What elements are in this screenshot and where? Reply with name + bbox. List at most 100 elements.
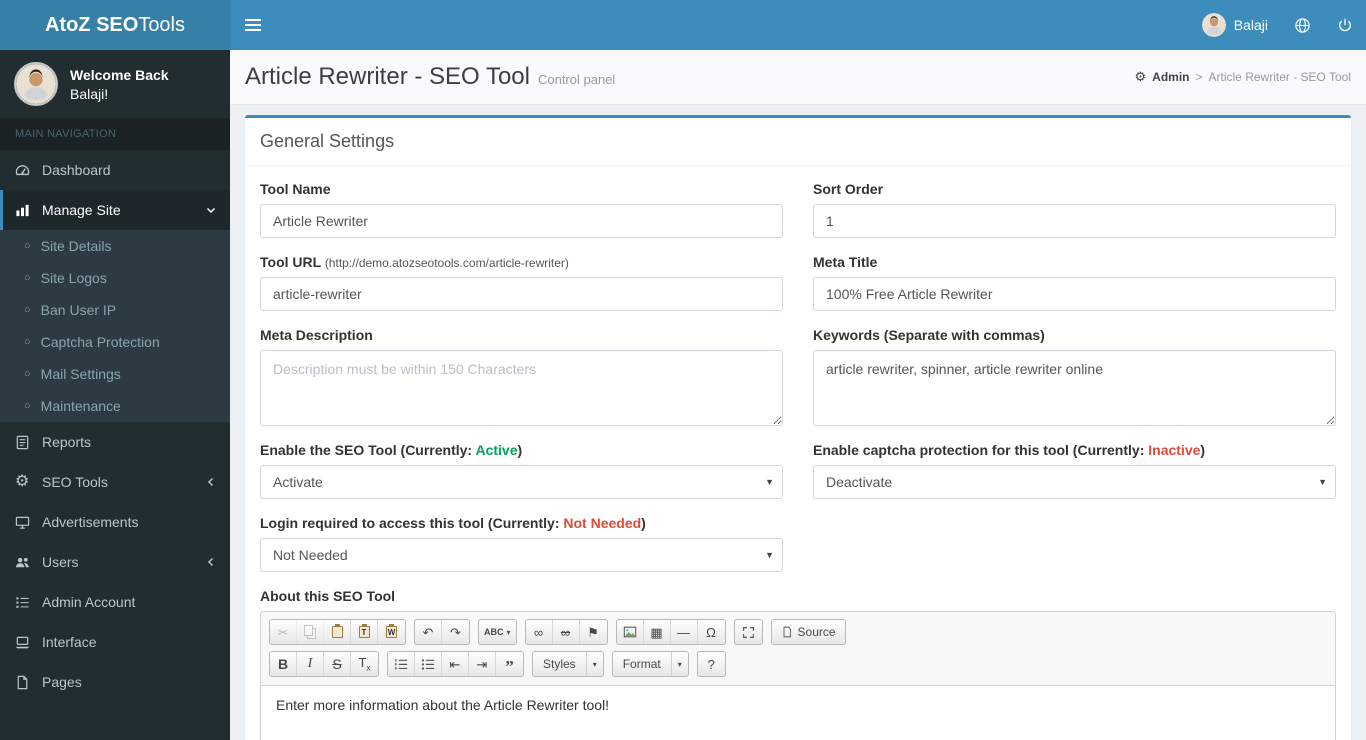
page-title: Article Rewriter - SEO Tool	[245, 63, 530, 90]
sidebar-item: Admin Account	[0, 582, 230, 622]
content-wrapper: Article Rewriter - SEO Tool Control panel…	[230, 0, 1366, 740]
logout-button[interactable]	[1324, 0, 1366, 50]
cut-button[interactable]: ✂	[270, 620, 297, 644]
table-button[interactable]: ▦	[644, 620, 671, 644]
sidebar-subitem-site-logos[interactable]: ○ Site Logos	[0, 262, 230, 294]
label-suffix: )	[1200, 442, 1206, 458]
sidebar-subitem-captcha-protection[interactable]: ○ Captcha Protection	[0, 326, 230, 358]
unlink-icon: ∞	[560, 624, 571, 640]
redo-button[interactable]: ↷	[442, 620, 469, 644]
enable-tool-select[interactable]: Activate	[260, 465, 783, 499]
sidebar-item-interface[interactable]: Interface	[0, 622, 230, 662]
captcha-select[interactable]: Deactivate	[813, 465, 1336, 499]
source-button-label: Source	[797, 625, 836, 639]
anchor-button[interactable]: ⚑	[580, 620, 607, 644]
strikethrough-button[interactable]: S	[324, 652, 351, 676]
link-button[interactable]: ∞	[526, 620, 553, 644]
paste-button[interactable]	[324, 620, 351, 644]
breadcrumb-separator: >	[1195, 70, 1203, 84]
horizontal-rule-icon: ―	[677, 624, 691, 640]
meta-title-input[interactable]	[813, 277, 1336, 311]
sidebar-item-advertisements[interactable]: Advertisements	[0, 502, 230, 542]
editor-help-button[interactable]: ?	[698, 652, 725, 676]
file-icon	[15, 675, 42, 690]
sort-order-input[interactable]	[813, 204, 1336, 238]
increase-indent-button[interactable]: ⇥	[469, 652, 496, 676]
sort-order-group: Sort Order	[813, 181, 1336, 238]
format-dropdown[interactable]: Format ▾	[611, 651, 689, 677]
indent-icon: ⇥	[476, 656, 488, 672]
bulleted-list-button[interactable]	[415, 652, 442, 676]
sidebar-item-admin-account[interactable]: Admin Account	[0, 582, 230, 622]
sidebar-item-pages[interactable]: Pages	[0, 662, 230, 702]
undo-group: ↶ ↷	[414, 619, 470, 645]
sort-order-label: Sort Order	[813, 181, 884, 197]
remove-format-button[interactable]: Tx	[351, 652, 378, 676]
italic-button[interactable]: I	[297, 652, 324, 676]
tool-name-input[interactable]	[260, 204, 783, 238]
spellcheck-button[interactable]: ABC ▾	[479, 620, 516, 644]
subitem-label: Maintenance	[40, 398, 121, 414]
circle-icon: ○	[24, 303, 31, 316]
sidebar-item-users[interactable]: Users	[0, 542, 230, 582]
sidebar-subitem-maintenance[interactable]: ○ Maintenance	[0, 390, 230, 422]
source-page-icon	[781, 626, 793, 638]
editor-content[interactable]: Enter more information about the Article…	[261, 686, 1335, 740]
blockquote-button[interactable]: ”	[496, 652, 523, 676]
sidebar-menu: Dashboard Manage Site ○ Site Details ○ S…	[0, 150, 230, 702]
brand-bold: AtoZ SEO	[44, 13, 139, 36]
sidebar-item-seo-tools[interactable]: ⚙ SEO Tools	[0, 462, 230, 502]
numbered-list-button[interactable]	[388, 652, 415, 676]
sidebar-subitem-ban-user-ip[interactable]: ○ Ban User IP	[0, 294, 230, 326]
maximize-group	[733, 619, 763, 645]
undo-button[interactable]: ↶	[415, 620, 442, 644]
language-button[interactable]	[1281, 0, 1324, 50]
editor-content-text: Enter more information about the Article…	[276, 697, 610, 713]
sidebar-item-reports[interactable]: Reports	[0, 422, 230, 462]
tool-url-input[interactable]	[260, 277, 783, 311]
bold-button[interactable]: B	[270, 652, 297, 676]
captcha-group: Enable captcha protection for this tool …	[813, 442, 1336, 499]
user-menu[interactable]: Balaji	[1189, 0, 1281, 50]
paste-as-text-button[interactable]	[351, 620, 378, 644]
sidebar-item-label: Pages	[42, 674, 82, 690]
bar-chart-icon	[15, 203, 42, 218]
about-group: About this SEO Tool ✂ T W ↶ ↷ ABC ▾ ∞ ∞ …	[260, 588, 1336, 740]
format-dropdown-label: Format	[622, 657, 661, 671]
subitem-label: Ban User IP	[40, 302, 117, 318]
styles-dropdown[interactable]: Styles ▾	[532, 651, 604, 677]
bold-icon: B	[277, 656, 289, 672]
about-label: About this SEO Tool	[260, 588, 396, 604]
keywords-textarea[interactable]: article rewriter, spinner, article rewri…	[813, 350, 1336, 426]
label-suffix: )	[517, 442, 523, 458]
circle-icon: ○	[24, 271, 31, 284]
app-root: AtoZ SEO Tools Balaji Welcome Back Balaj…	[0, 0, 1366, 740]
unlink-button[interactable]: ∞	[553, 620, 580, 644]
sidebar-item-manage-site[interactable]: Manage Site	[0, 190, 230, 230]
sidebar-item: Users	[0, 542, 230, 582]
sidebar-subitem-mail-settings[interactable]: ○ Mail Settings	[0, 358, 230, 390]
copy-button[interactable]	[297, 620, 324, 644]
login-required-group: Login required to access this tool (Curr…	[260, 515, 783, 572]
paste-from-word-button[interactable]	[378, 620, 405, 644]
maximize-button[interactable]	[735, 620, 762, 644]
brand-logo[interactable]: AtoZ SEO Tools	[0, 0, 230, 50]
source-button[interactable]: Source	[772, 620, 845, 644]
meta-description-textarea[interactable]	[260, 350, 783, 426]
clipboard-group: ✂	[269, 619, 406, 645]
image-button[interactable]	[617, 620, 644, 644]
chevron-left-icon	[206, 557, 216, 567]
sidebar-subitem-site-details[interactable]: ○ Site Details	[0, 230, 230, 262]
decrease-indent-button[interactable]: ⇤	[442, 652, 469, 676]
horizontal-rule-button[interactable]: ―	[671, 620, 698, 644]
sidebar-item-dashboard[interactable]: Dashboard	[0, 150, 230, 190]
navbar-right: Balaji	[1189, 0, 1366, 50]
breadcrumb-admin-link[interactable]: Admin	[1152, 70, 1189, 84]
strikethrough-icon: S	[332, 656, 342, 672]
login-required-select[interactable]: Not Needed	[260, 538, 783, 572]
special-char-button[interactable]: Ω	[698, 620, 725, 644]
meta-description-label: Meta Description	[260, 327, 373, 343]
sidebar-user-info: Welcome Back Balaji!	[70, 67, 169, 102]
sidebar-toggle-button[interactable]	[230, 0, 275, 50]
gears-icon: ⚙	[1134, 69, 1147, 84]
